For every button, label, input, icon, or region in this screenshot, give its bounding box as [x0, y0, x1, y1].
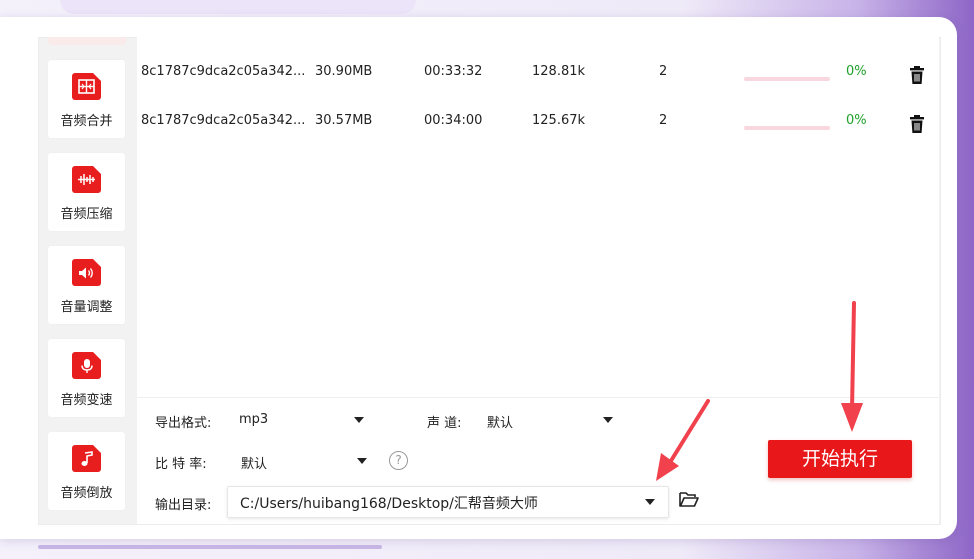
speaker-volume-icon [72, 259, 101, 286]
output-dir-value: C:/Users/huibang168/Desktop/汇帮音频大师 [240, 496, 538, 512]
sidebar-item-label: 音频压缩 [60, 207, 113, 222]
output-dir-input[interactable]: C:/Users/huibang168/Desktop/汇帮音频大师 [227, 486, 669, 518]
sidebar-item-label: 音频变速 [60, 393, 113, 408]
bitrate-label: 比 特 率: [155, 457, 207, 472]
sidebar-item-audio-merge[interactable]: 音频合并 [48, 60, 125, 138]
file-row[interactable]: 8c1787c9dca2c05a342... 30.90MB 00:33:32 … [137, 52, 939, 92]
sidebar-item-label: 音频倒放 [60, 486, 113, 501]
file-duration: 00:34:00 [424, 113, 483, 128]
file-bitrate: 128.81k [532, 64, 586, 79]
file-list: 8c1787c9dca2c05a342... 30.90MB 00:33:32 … [137, 37, 939, 397]
progress-percent: 0% [846, 64, 867, 79]
sidebar-item-audio-speed[interactable]: 音频变速 [48, 339, 125, 417]
sidebar-item-audio-reverse[interactable]: 音频倒放 [48, 432, 125, 510]
chevron-down-icon[interactable] [645, 499, 655, 505]
folder-open-icon[interactable] [679, 490, 699, 508]
progress-bar [744, 77, 830, 81]
progress-bar [744, 126, 830, 130]
file-size: 30.57MB [315, 113, 373, 128]
trash-icon[interactable] [910, 115, 924, 133]
trash-icon[interactable] [910, 66, 924, 84]
sidebar-item-label: 音频合并 [60, 114, 113, 129]
channel-label: 声 道: [427, 416, 462, 431]
compress-waveform-icon [72, 166, 101, 193]
help-icon[interactable]: ? [389, 451, 408, 470]
channel-value: 默认 [487, 416, 514, 431]
file-size: 30.90MB [315, 64, 373, 79]
settings-panel: 导出格式: mp3 声 道: 默认 比 特 率: 默认 ? 输出目录: C:/U… [137, 397, 939, 524]
music-note-icon [72, 445, 101, 472]
chevron-down-icon [603, 417, 613, 423]
output-dir-label: 输出目录: [155, 498, 212, 513]
format-value: mp3 [239, 412, 269, 427]
chevron-down-icon [357, 458, 367, 464]
bitrate-select[interactable]: 默认 [241, 453, 371, 472]
progress-percent: 0% [846, 113, 867, 128]
file-bitrate: 125.67k [532, 113, 586, 128]
merge-icon [72, 73, 101, 100]
microphone-icon [72, 352, 101, 379]
channel-select[interactable]: 默认 [487, 412, 617, 431]
file-row[interactable]: 8c1787c9dca2c05a342... 30.57MB 00:34:00 … [137, 101, 939, 141]
window-scroll-strip [38, 545, 382, 549]
sidebar-item-volume-adjust[interactable]: 音量调整 [48, 246, 125, 324]
sidebar: 音频合并 音频压缩 音量调整 音频变速 音频倒放 [38, 37, 137, 523]
file-channels: 2 [659, 113, 668, 128]
sidebar-item-partial[interactable] [48, 37, 126, 45]
start-button[interactable]: 开始执行 [768, 440, 912, 478]
file-name: 8c1787c9dca2c05a342... [141, 113, 306, 128]
file-channels: 2 [659, 64, 668, 79]
sidebar-item-label: 音量调整 [60, 300, 113, 315]
format-label: 导出格式: [155, 416, 212, 431]
format-select[interactable]: mp3 [239, 412, 369, 430]
chevron-down-icon [354, 417, 364, 423]
sidebar-item-audio-compress[interactable]: 音频压缩 [48, 153, 125, 231]
file-name: 8c1787c9dca2c05a342... [141, 64, 306, 79]
bitrate-value: 默认 [241, 457, 268, 472]
file-duration: 00:33:32 [424, 64, 483, 79]
window-top-tab [60, 0, 416, 14]
